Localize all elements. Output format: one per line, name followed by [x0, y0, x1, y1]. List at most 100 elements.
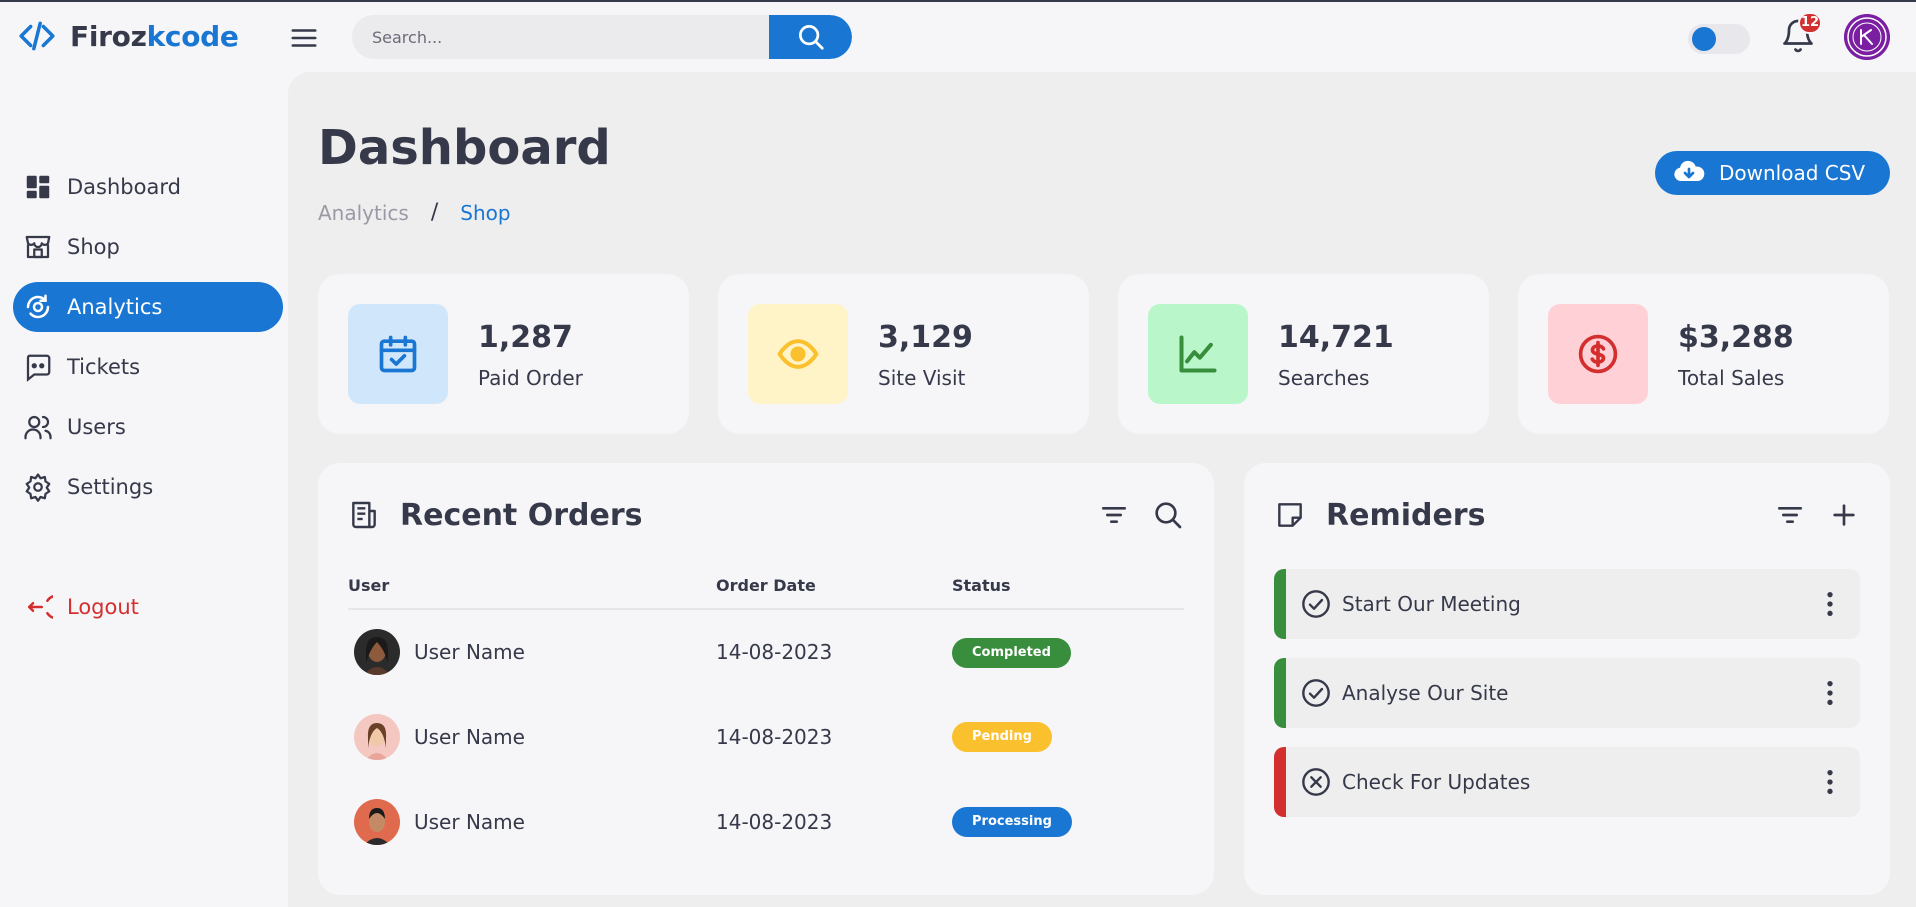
filter-icon[interactable]	[1098, 499, 1130, 531]
column-header-user: User	[348, 563, 716, 610]
insight-value: $3,288	[1678, 320, 1794, 355]
column-header-status: Status	[952, 563, 1184, 610]
order-date: 14-08-2023	[716, 640, 833, 664]
insight-card-site-visit: 3,129 Site Visit	[718, 274, 1089, 434]
hamburger-icon	[291, 29, 317, 47]
more-vertical-icon[interactable]	[1814, 766, 1846, 798]
user-name: User Name	[414, 640, 525, 664]
search-icon	[798, 25, 824, 50]
download-csv-button[interactable]: Download CSV	[1655, 151, 1890, 195]
recent-orders-header: Recent Orders	[348, 493, 1184, 537]
user-cell: User Name	[348, 609, 716, 694]
reminder-item[interactable]: Start Our Meeting	[1274, 569, 1860, 639]
table-row[interactable]: User Name 14-08-2023 Completed	[348, 609, 1184, 694]
sidebar-item-users[interactable]: Users	[13, 402, 283, 452]
search-icon[interactable]	[1152, 499, 1184, 531]
table-row[interactable]: User Name 14-08-2023 Processing	[348, 779, 1184, 864]
page-title: Dashboard	[318, 120, 611, 176]
shop-icon	[25, 235, 51, 259]
user-cell: User Name	[348, 779, 716, 864]
sidebar-item-tickets[interactable]: Tickets	[13, 342, 283, 392]
search-button[interactable]	[769, 15, 852, 59]
analytics-icon	[26, 294, 50, 319]
sidebar-item-label: Settings	[67, 475, 154, 499]
reminder-item[interactable]: Analyse Our Site	[1274, 658, 1860, 728]
check-circle-icon[interactable]	[1300, 588, 1332, 620]
sidebar-item-label: Users	[67, 415, 126, 439]
insight-card-paid-order: 1,287 Paid Order	[318, 274, 689, 434]
more-vertical-icon[interactable]	[1814, 588, 1846, 620]
insight-card-total-sales: $3,288 Total Sales	[1518, 274, 1889, 434]
reminder-status-bar	[1274, 747, 1286, 817]
recent-orders-title: Recent Orders	[400, 497, 643, 533]
avatar	[354, 713, 400, 760]
avatar	[354, 798, 400, 845]
insight-label: Site Visit	[878, 366, 966, 390]
check-circle-icon[interactable]	[1300, 677, 1332, 709]
sidebar-item-logout[interactable]: Logout	[13, 582, 283, 632]
search-input[interactable]	[352, 15, 770, 59]
more-vertical-icon[interactable]	[1814, 677, 1846, 709]
insight-icon-box	[1148, 304, 1248, 404]
user-name: User Name	[414, 809, 525, 834]
insight-value: 14,721	[1278, 320, 1394, 355]
brand-logo[interactable]: Firozkcode	[18, 16, 239, 56]
table-row[interactable]: User Name 14-08-2023 Pending	[348, 694, 1184, 779]
insight-label: Paid Order	[478, 366, 583, 390]
profile-avatar[interactable]	[1844, 14, 1890, 60]
column-header-order-date: Order Date	[716, 563, 952, 610]
brand-name-part1: Firoz	[70, 19, 147, 53]
orders-table: User Order Date Status User Name 14-08-2…	[348, 563, 1184, 864]
download-csv-label: Download CSV	[1719, 161, 1866, 185]
reminder-text: Check For Updates	[1342, 770, 1531, 794]
breadcrumb-separator: /	[430, 200, 439, 225]
reminder-item[interactable]: Check For Updates	[1274, 747, 1860, 817]
avatar	[354, 629, 400, 675]
reminders-panel: Remiders Start Our Meeting Analyse Our S…	[1244, 463, 1890, 895]
insight-icon-box	[1548, 304, 1648, 404]
insight-label: Total Sales	[1678, 366, 1785, 390]
reminders-title: Remiders	[1326, 497, 1486, 533]
search-bar	[352, 15, 852, 59]
recent-orders-panel: Recent Orders User Order Date Status Use…	[318, 463, 1214, 895]
profile-emblem-icon	[1844, 14, 1890, 60]
insights: 1,287 Paid Order 3,129 Site Visit 14,721…	[318, 274, 1890, 434]
ticket-icon	[26, 354, 51, 382]
brand-name: Firozkcode	[70, 20, 239, 53]
x-circle-icon[interactable]	[1300, 766, 1332, 798]
navbar: Firozkcode 12	[0, 2, 1916, 72]
theme-toggle[interactable]	[1688, 24, 1750, 54]
trending-chart-icon	[1179, 335, 1217, 373]
sidebar: Dashboard Shop Analytics Tickets Users S…	[0, 72, 288, 907]
sidebar-item-dashboard[interactable]: Dashboard	[13, 162, 283, 212]
menu-toggle-button[interactable]	[288, 23, 320, 53]
reminder-text: Start Our Meeting	[1342, 592, 1521, 616]
brand-name-part2: kcode	[146, 19, 239, 53]
sidebar-item-settings[interactable]: Settings	[13, 462, 283, 512]
breadcrumb-analytics[interactable]: Analytics	[318, 201, 409, 225]
sticky-note-icon	[1278, 503, 1302, 527]
reminder-status-bar	[1274, 569, 1286, 639]
breadcrumb-shop[interactable]: Shop	[460, 201, 510, 225]
status-cell: Processing	[952, 779, 1184, 864]
user-name: User Name	[414, 724, 525, 749]
insight-icon-box	[748, 304, 848, 404]
add-icon[interactable]	[1828, 499, 1860, 531]
sidebar-item-label: Tickets	[67, 355, 141, 379]
status-cell: Completed	[952, 609, 1184, 694]
main-content: Dashboard Analytics / Shop Download CSV …	[288, 72, 1916, 907]
table-header-row: User Order Date Status	[348, 563, 1184, 610]
insight-value: 3,129	[878, 320, 973, 355]
calendar-check-icon	[379, 335, 417, 373]
logout-icon	[28, 595, 53, 619]
filter-icon[interactable]	[1774, 499, 1806, 531]
status-badge: Pending	[952, 722, 1052, 752]
reminders-header: Remiders	[1274, 493, 1860, 537]
insight-label: Searches	[1278, 366, 1370, 390]
cloud-download-icon	[1674, 160, 1705, 181]
recent-orders-actions	[1098, 499, 1184, 531]
dollar-icon	[1578, 334, 1618, 374]
status-badge: Completed	[952, 637, 1071, 668]
sidebar-item-shop[interactable]: Shop	[13, 222, 283, 272]
sidebar-item-analytics[interactable]: Analytics	[13, 282, 283, 332]
